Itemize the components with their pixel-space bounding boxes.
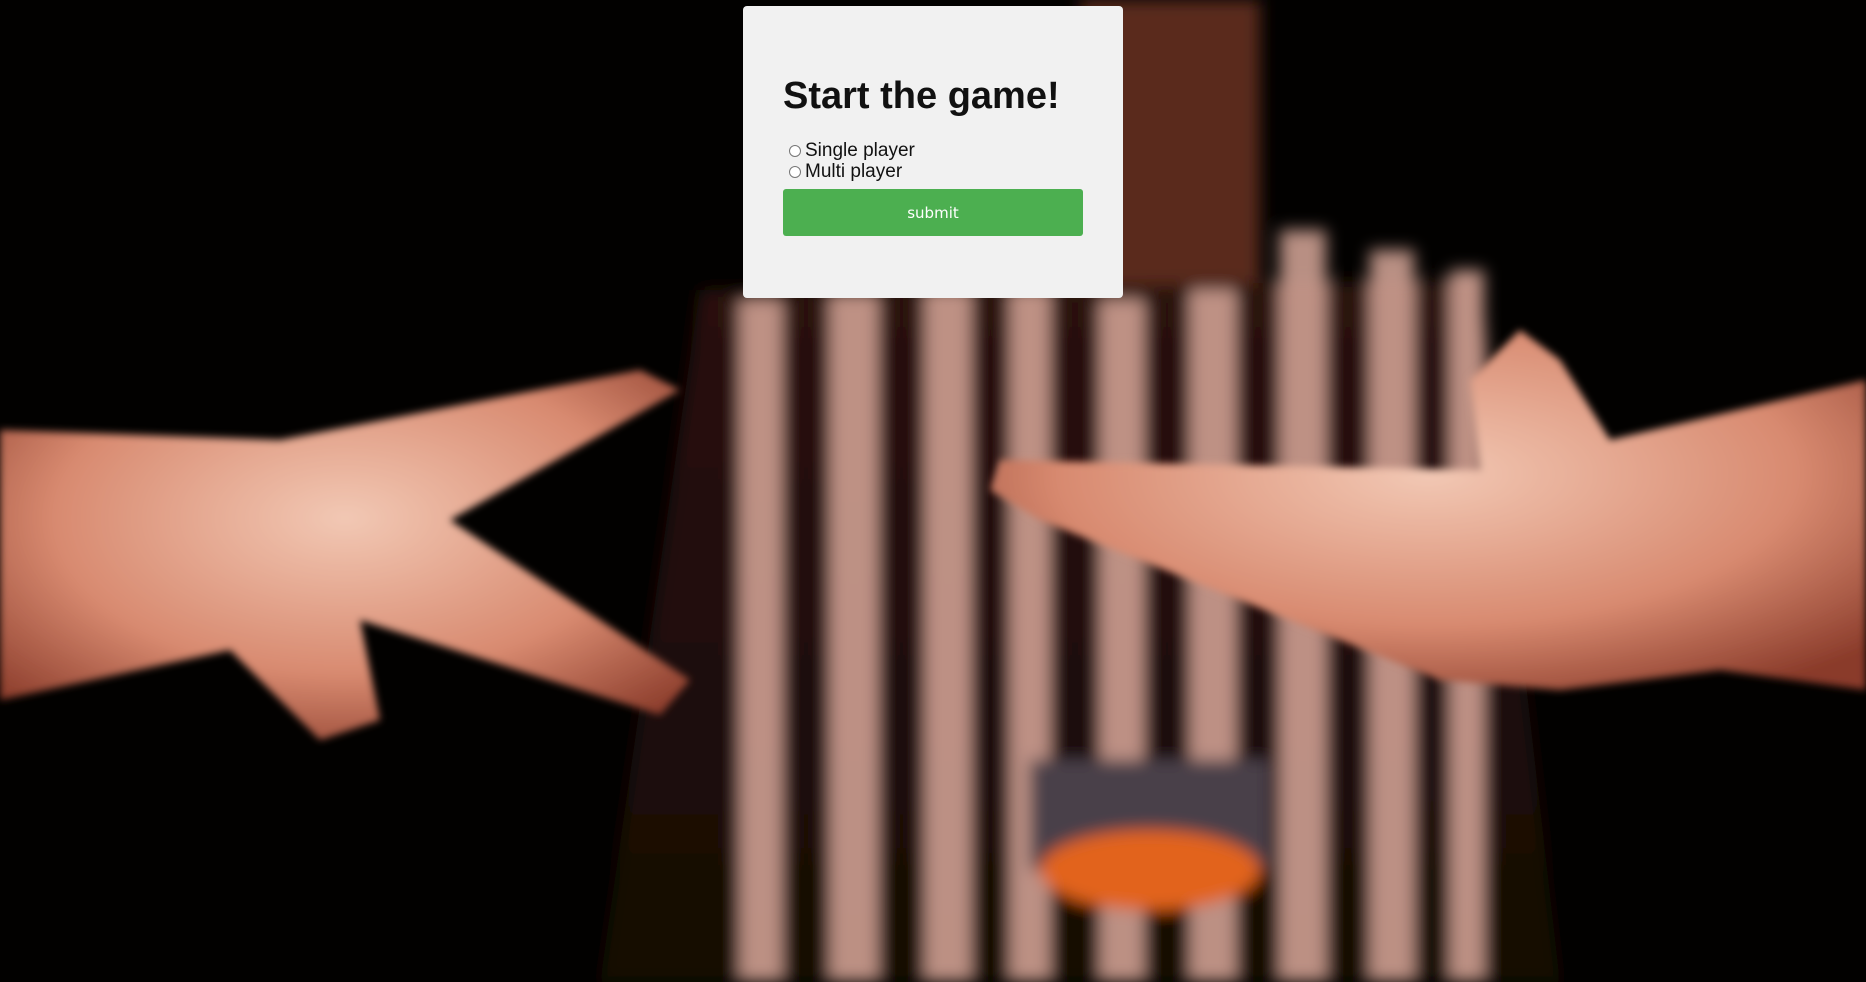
multi-player-label: Multi player — [805, 160, 903, 182]
single-player-radio[interactable] — [789, 144, 801, 157]
page-title: Start the game! — [783, 75, 1060, 117]
game-mode-options: Single player Multi player — [783, 140, 1083, 182]
multi-player-option[interactable]: Multi player — [783, 161, 1083, 182]
single-player-label: Single player — [805, 139, 915, 161]
submit-button[interactable]: submit — [783, 189, 1083, 236]
start-game-panel: Start the game! Single player Multi play… — [743, 6, 1123, 298]
multi-player-radio[interactable] — [789, 165, 801, 178]
single-player-option[interactable]: Single player — [783, 140, 1083, 161]
